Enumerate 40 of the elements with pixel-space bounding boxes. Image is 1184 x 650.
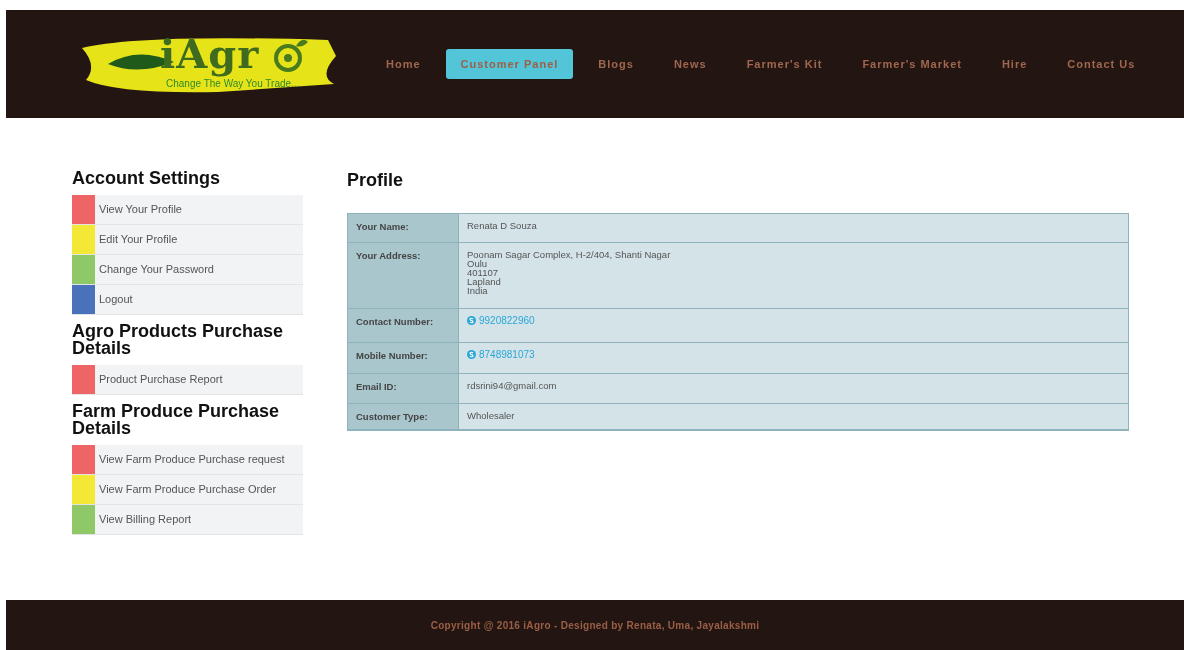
phone-link[interactable]: 8748981073 bbox=[467, 350, 535, 359]
sidebar-item[interactable]: Product Purchase Report bbox=[72, 365, 303, 395]
sidebar-item[interactable]: View Farm Produce Purchase request bbox=[72, 445, 303, 475]
sidebar-item[interactable]: Edit Your Profile bbox=[72, 225, 303, 255]
field-label: Your Address: bbox=[348, 243, 459, 309]
nav-link[interactable]: Blogs bbox=[578, 49, 654, 79]
field-label: Mobile Number: bbox=[348, 343, 459, 374]
sidebar-item[interactable]: View Farm Produce Purchase Order bbox=[72, 475, 303, 505]
nav-link[interactable]: Hire bbox=[981, 49, 1048, 79]
logo-tagline: Change The Way You Trade... bbox=[166, 78, 300, 89]
field-value: India bbox=[467, 286, 488, 295]
field-value: rdsrini94@gmail.com bbox=[467, 381, 558, 390]
field-value: Lapland bbox=[467, 277, 502, 286]
section-title: Farm Produce Purchase Details bbox=[72, 403, 281, 437]
field-value: Poonam Sagar Complex, H-2/404, Shanti Nagar bbox=[467, 250, 672, 259]
page-title: Profile bbox=[347, 170, 404, 191]
section-title: Agro Products Purchase Details bbox=[72, 323, 285, 357]
nav-link[interactable]: Contact Us bbox=[1047, 49, 1156, 79]
skype-icon bbox=[467, 350, 476, 359]
sidebar-item[interactable]: View Your Profile bbox=[72, 195, 303, 225]
field-label: Email ID: bbox=[348, 374, 459, 404]
nav-link[interactable]: Farmer's Kit bbox=[726, 49, 843, 79]
field-label: Contact Number: bbox=[348, 309, 459, 343]
field-label: Your Name: bbox=[348, 214, 459, 243]
nav-link[interactable]: Home bbox=[366, 49, 441, 79]
sidebar-item[interactable]: Logout bbox=[72, 285, 303, 315]
nav-link[interactable]: News bbox=[653, 49, 727, 79]
copyright-text: Copyright @ 2016 iAgro - Designed by Renata, Uma, Jayalakshmi bbox=[430, 619, 760, 631]
skype-icon bbox=[467, 316, 476, 325]
field-value: Wholesaler bbox=[467, 411, 516, 420]
phone-link[interactable]: 9920822960 bbox=[467, 316, 535, 325]
nav-link[interactable]: Customer Panel bbox=[445, 49, 574, 79]
field-value: 401107 bbox=[467, 268, 499, 277]
section-title: Account Settings bbox=[72, 170, 221, 187]
field-value: Renata D Souza bbox=[467, 221, 538, 230]
sidebar-item[interactable]: View Billing Report bbox=[72, 505, 303, 535]
field-value: Oulu bbox=[467, 259, 489, 268]
field-label: Customer Type: bbox=[348, 404, 459, 430]
sidebar-item[interactable]: Change Your Password bbox=[72, 255, 303, 285]
nav-link[interactable]: Farmer's Market bbox=[842, 49, 982, 79]
